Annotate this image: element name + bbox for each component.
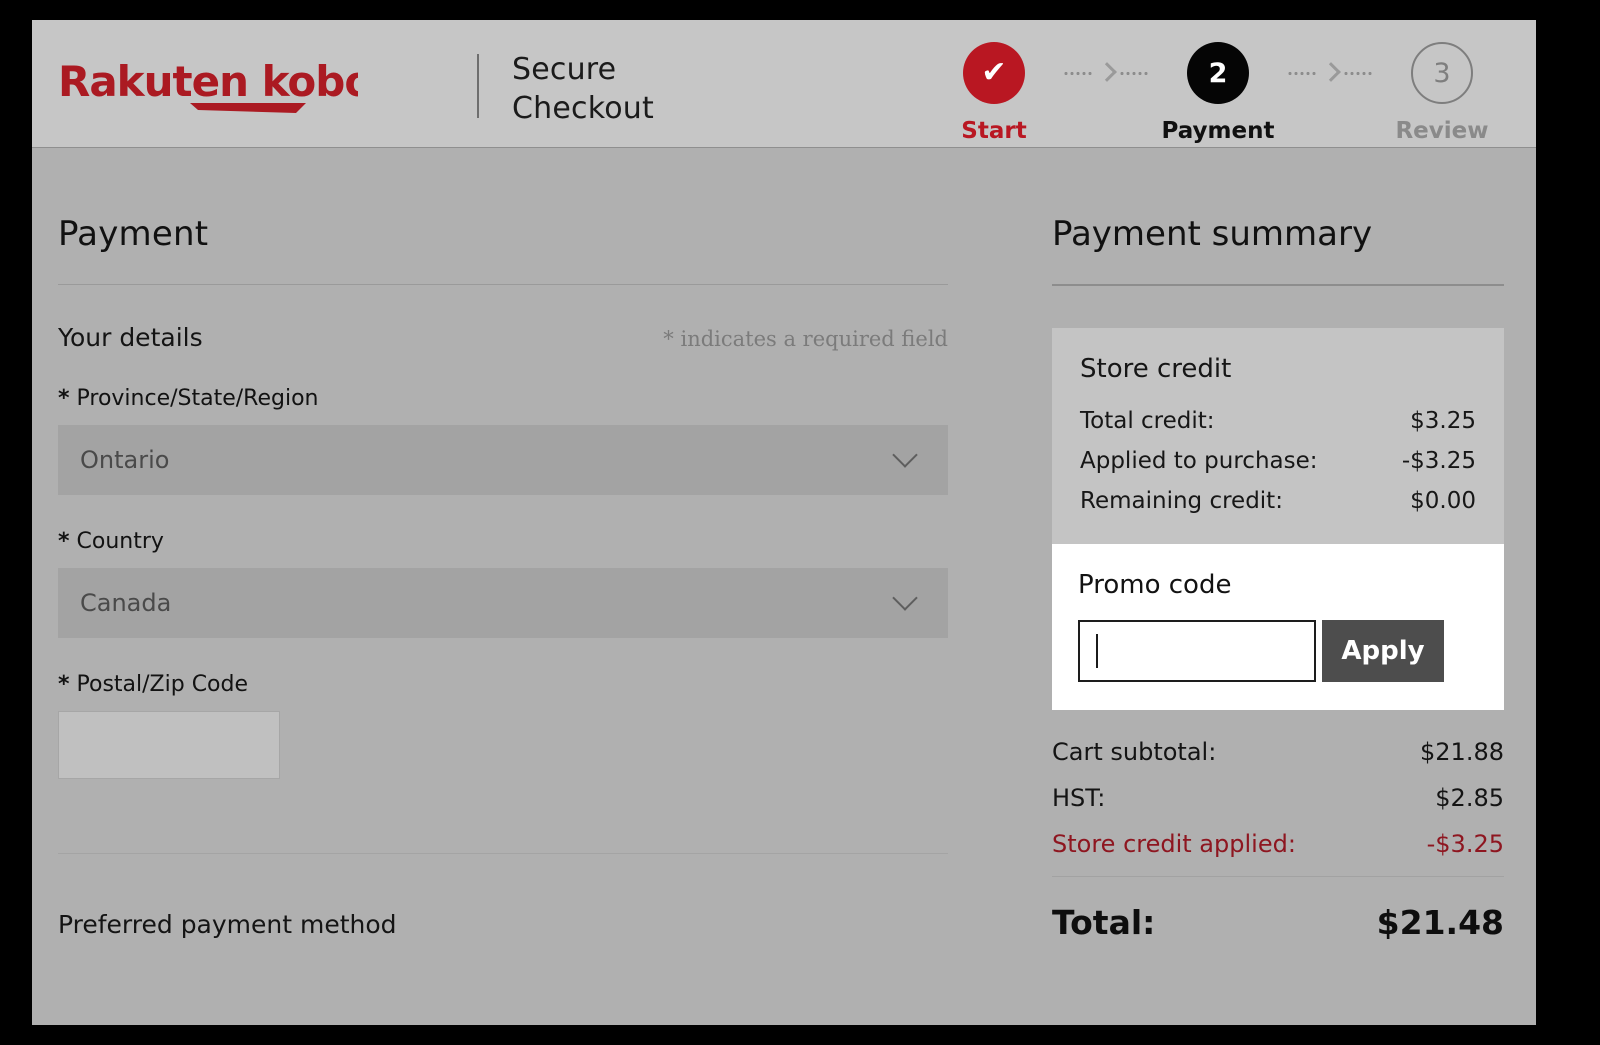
step-review-label: Review [1395, 118, 1488, 144]
payment-summary-column: Payment summary Store credit Total credi… [1052, 148, 1504, 942]
store-credit-applied-row: Store credit applied: -$3.25 [1052, 830, 1504, 858]
hst-row: HST: $2.85 [1052, 784, 1504, 812]
country-select[interactable]: Canada [58, 568, 948, 638]
store-credit-applied-label: Applied to purchase: [1080, 448, 1318, 474]
country-select-value: Canada [80, 589, 171, 617]
header-divider [477, 54, 479, 118]
step-connector-1 [1058, 42, 1154, 104]
store-credit-row-remaining: Remaining credit: $0.00 [1080, 488, 1476, 514]
field-province: * Province/State/Region Ontario [58, 386, 948, 495]
promo-code-title: Promo code [1078, 570, 1478, 600]
step-review-badge: 3 [1411, 42, 1473, 104]
field-postal-code-label-text: Postal/Zip Code [77, 672, 249, 697]
text-caret [1096, 634, 1098, 668]
field-province-label-text: Province/State/Region [77, 386, 319, 411]
totals-divider [1052, 876, 1504, 877]
hst-label: HST: [1052, 784, 1105, 812]
totals-list: Cart subtotal: $21.88 HST: $2.85 Store c… [1052, 738, 1504, 942]
site-header: Rakuten kobo Secure Checkout ✔ Start [32, 20, 1536, 148]
field-postal-code: * Postal/Zip Code [58, 672, 948, 779]
step-payment-badge: 2 [1187, 42, 1249, 104]
field-country: * Country Canada [58, 529, 948, 638]
chevron-right-icon [1323, 62, 1337, 84]
chevron-down-icon [896, 589, 918, 611]
your-details-heading: Your details [58, 323, 203, 352]
form-section-divider [58, 853, 948, 854]
grand-total-label: Total: [1052, 903, 1155, 942]
dotted-line-icon [1343, 72, 1373, 75]
store-credit-panel: Store credit Total credit: $3.25 Applied… [1052, 328, 1504, 544]
field-postal-code-label: * Postal/Zip Code [58, 672, 948, 697]
step-payment[interactable]: 2 Payment [1154, 42, 1282, 144]
cart-subtotal-value: $21.88 [1420, 738, 1504, 766]
secure-checkout-title: Secure Checkout [512, 50, 654, 128]
field-country-label-text: Country [77, 529, 164, 554]
step-start[interactable]: ✔ Start [930, 42, 1058, 144]
step-payment-label: Payment [1162, 118, 1275, 144]
chevron-right-icon [1099, 62, 1113, 84]
store-credit-title: Store credit [1080, 354, 1476, 384]
cart-subtotal-label: Cart subtotal: [1052, 738, 1216, 766]
store-credit-applied-row-label: Store credit applied: [1052, 830, 1296, 858]
store-credit-applied-row-value: -$3.25 [1427, 830, 1504, 858]
promo-code-row: Apply [1078, 620, 1478, 682]
field-province-label: * Province/State/Region [58, 386, 948, 411]
store-credit-applied-value: -$3.25 [1402, 448, 1476, 474]
page-title: Payment [58, 148, 948, 254]
svg-text:Rakuten kobo: Rakuten kobo [58, 57, 358, 106]
page-content: Payment Your details * indicates a requi… [32, 148, 1536, 1024]
apply-promo-button[interactable]: Apply [1322, 620, 1444, 682]
field-country-label: * Country [58, 529, 948, 554]
required-field-note: * indicates a required field [663, 327, 948, 351]
chevron-down-icon [896, 446, 918, 468]
grand-total-value: $21.48 [1377, 903, 1504, 942]
payment-summary-divider [1052, 284, 1504, 286]
province-select[interactable]: Ontario [58, 425, 948, 495]
province-select-value: Ontario [80, 446, 169, 474]
required-asterisk: * [58, 672, 70, 697]
step-start-label: Start [961, 118, 1026, 144]
preferred-payment-method-heading: Preferred payment method [58, 910, 948, 939]
page-title-divider [58, 284, 948, 285]
rakuten-kobo-logo[interactable]: Rakuten kobo [58, 56, 358, 114]
store-credit-row-total: Total credit: $3.25 [1080, 408, 1476, 434]
step-review[interactable]: 3 Review [1378, 42, 1506, 144]
required-asterisk: * [58, 529, 70, 554]
store-credit-remaining-value: $0.00 [1410, 488, 1476, 514]
your-details-row: Your details * indicates a required fiel… [58, 323, 948, 352]
store-credit-remaining-label: Remaining credit: [1080, 488, 1283, 514]
postal-code-input[interactable] [58, 711, 280, 779]
checkout-progress-steps: ✔ Start 2 Payment 3 Review [930, 42, 1506, 144]
grand-total-row: Total: $21.48 [1052, 903, 1504, 942]
promo-code-input[interactable] [1078, 620, 1316, 682]
secure-checkout-line1: Secure [512, 50, 654, 89]
dotted-line-icon [1287, 72, 1317, 75]
step-start-badge: ✔ [963, 42, 1025, 104]
payment-summary-title: Payment summary [1052, 148, 1504, 254]
hst-value: $2.85 [1435, 784, 1504, 812]
store-credit-total-value: $3.25 [1410, 408, 1476, 434]
step-connector-2 [1282, 42, 1378, 104]
required-asterisk: * [58, 386, 70, 411]
check-icon: ✔ [981, 58, 1006, 88]
browser-viewport: Rakuten kobo Secure Checkout ✔ Start [32, 20, 1536, 1025]
promo-code-card: Promo code Apply [1052, 544, 1504, 710]
dotted-line-icon [1119, 72, 1149, 75]
cart-subtotal-row: Cart subtotal: $21.88 [1052, 738, 1504, 766]
store-credit-row-applied: Applied to purchase: -$3.25 [1080, 448, 1476, 474]
secure-checkout-line2: Checkout [512, 89, 654, 128]
payment-form-column: Payment Your details * indicates a requi… [58, 148, 948, 939]
store-credit-total-label: Total credit: [1080, 408, 1215, 434]
dotted-line-icon [1063, 72, 1093, 75]
